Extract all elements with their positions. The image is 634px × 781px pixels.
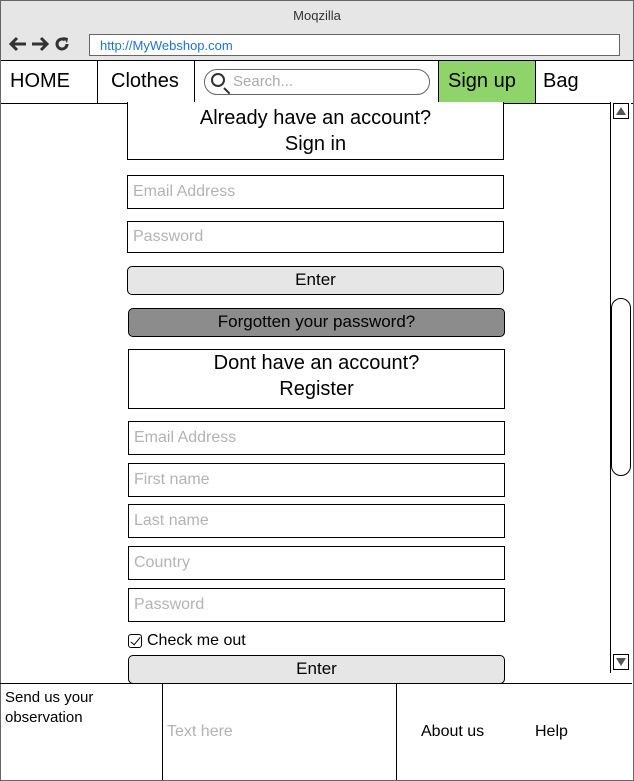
register-firstname-field[interactable]: First name	[128, 463, 505, 497]
forgot-password-button[interactable]: Forgotten your password?	[128, 308, 505, 337]
menu-signup-button[interactable]: Sign up	[438, 61, 536, 103]
signin-heading-line1: Already have an account?	[199, 107, 432, 129]
reload-icon[interactable]	[53, 35, 71, 58]
footer-about-link[interactable]: About us	[421, 684, 484, 780]
search-placeholder: Search...	[233, 73, 294, 90]
register-heading-line2: Register	[279, 378, 354, 400]
signin-email-field[interactable]: Email Address	[127, 175, 504, 209]
menu-search: Search...	[195, 61, 438, 103]
footer-help-link[interactable]: Help	[535, 684, 568, 780]
register-heading: Dont have an account? Register	[128, 349, 505, 409]
window-title: Moqzilla	[1, 1, 633, 31]
vertical-scrollbar[interactable]	[610, 102, 631, 673]
menu-clothes[interactable]: Clothes	[98, 61, 195, 103]
scroll-down-icon[interactable]	[613, 654, 629, 670]
register-country-field[interactable]: Country	[128, 546, 505, 580]
checkbox-label: Check me out	[147, 632, 246, 649]
forward-arrow-icon[interactable]	[31, 36, 50, 57]
top-menu: HOME Clothes Search... Sign up Bag	[1, 60, 633, 104]
scroll-thumb[interactable]	[611, 298, 631, 476]
register-enter-button[interactable]: Enter	[128, 655, 505, 683]
back-arrow-icon[interactable]	[8, 36, 27, 57]
scroll-up-icon[interactable]	[613, 103, 629, 119]
footer-text-input[interactable]: Text here	[163, 684, 397, 780]
register-email-field[interactable]: Email Address	[128, 421, 505, 455]
signin-heading-line2: Sign in	[284, 133, 347, 155]
footer-observation-label: Send us your observation	[0, 684, 163, 780]
checkbox-checked-icon[interactable]	[128, 634, 142, 648]
main-content: Already have an account? Sign in Email A…	[0, 102, 610, 683]
register-lastname-field[interactable]: Last name	[128, 504, 505, 538]
register-heading-line1: Dont have an account?	[213, 352, 420, 374]
url-field[interactable]: http://MyWebshop.com	[89, 34, 620, 56]
signin-enter-button[interactable]: Enter	[127, 266, 504, 295]
footer: Send us your observation Text here About…	[0, 683, 632, 780]
menu-bag[interactable]: Bag	[536, 61, 633, 103]
search-icon	[211, 73, 225, 87]
check-me-out[interactable]: Check me out	[128, 632, 246, 650]
search-input[interactable]: Search...	[204, 69, 430, 95]
register-password-field[interactable]: Password	[128, 588, 505, 622]
menu-home[interactable]: HOME	[1, 61, 98, 103]
nav-controls	[8, 35, 71, 58]
signin-password-field[interactable]: Password	[127, 221, 504, 253]
signin-heading: Already have an account? Sign in	[127, 102, 504, 160]
address-bar: http://MyWebshop.com	[1, 31, 633, 60]
